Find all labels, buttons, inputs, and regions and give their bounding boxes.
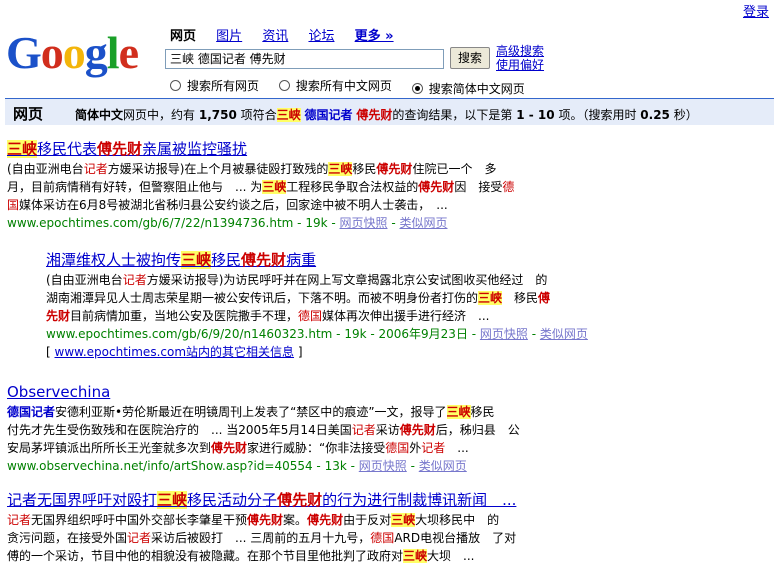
result-title-link[interactable]: 三峡移民代表傅先财亲属被监控骚扰 [7, 140, 767, 158]
similar-link[interactable]: 类似网页 [419, 459, 467, 473]
logo-letter: l [106, 27, 120, 78]
result-url: www.epochtimes.com/gb/6/9/20/n1460323.ht… [46, 327, 588, 341]
login-link[interactable]: 登录 [743, 1, 769, 20]
search-result-indented: 湘潭维权人士被拘传三峡移民傅先财病重 (自由亚洲电台记者方媛采访报导)为访民呼吁… [46, 251, 766, 361]
radio-all-web[interactable]: 搜索所有网页 [170, 77, 259, 94]
tab-more[interactable]: 更多 » [355, 29, 394, 44]
results-status-bar: 网页 简体中文网页中，约有 1,750 项符合三峡 德国记者 傅先财的查询结果，… [5, 98, 774, 125]
search-options: 高级搜索 使用偏好 [496, 44, 544, 72]
logo-letter: o [40, 27, 64, 78]
search-tabs: 网页 图片 资讯 论坛 更多 » [170, 25, 410, 44]
search-result: 三峡移民代表傅先财亲属被监控骚扰 (自由亚洲电台记者方媛采访报导)在上个月被暴徒… [7, 140, 767, 232]
language-radios: 搜索所有网页 搜索所有中文网页 搜索简体中文网页 [170, 77, 541, 97]
radio-icon[interactable] [278, 80, 290, 91]
logo-letter: e [118, 27, 139, 78]
cache-link[interactable]: 网页快照 [359, 459, 407, 473]
search-input[interactable]: 三峡 德国记者 傅先财 [165, 49, 444, 69]
result-snippet: 德国记者安德利亚斯•劳伦斯最近在明镜周刊上发表了“禁区中的痕迹”一文，报导了三峡… [7, 405, 520, 455]
result-snippet: (自由亚洲电台记者方媛采访报导)为访民呼吁并在网上写文章揭露北京公安试图收买他经… [46, 273, 551, 323]
search-result: Observechina 德国记者安德利亚斯•劳伦斯最近在明镜周刊上发表了“禁区… [7, 383, 767, 475]
logo-letter: G [6, 27, 42, 78]
radio-simplified-chinese[interactable]: 搜索简体中文网页 [411, 80, 525, 97]
tab-web[interactable]: 网页 [170, 29, 196, 44]
advanced-search-link[interactable]: 高级搜索 [496, 44, 544, 58]
radio-all-chinese[interactable]: 搜索所有中文网页 [278, 77, 392, 94]
result-snippet: 记者无国界组织呼吁中国外交部长李肇星干预傅先财案。傅先财由于反对三峡大坝移民中 … [7, 513, 517, 563]
more-site-link[interactable]: www.epochtimes.com站内的其它相关信息 [55, 345, 295, 359]
result-url: www.epochtimes.com/gb/6/7/22/n1394736.ht… [7, 216, 448, 230]
tab-groups[interactable]: 论坛 [308, 29, 334, 44]
result-title-link[interactable]: 记者无国界呼吁对殴打三峡移民活动分子傅先财的行为进行制裁博讯新闻 ... [7, 491, 767, 509]
result-snippet: (自由亚洲电台记者方媛采访报导)在上个月被暴徒殴打致残的三峡移民傅先财住院已一个… [7, 162, 515, 212]
preferences-link[interactable]: 使用偏好 [496, 58, 544, 72]
logo-letter: o [62, 27, 86, 78]
similar-link[interactable]: 类似网页 [540, 327, 588, 341]
similar-link[interactable]: 类似网页 [399, 216, 447, 230]
google-logo[interactable]: Google [6, 28, 156, 78]
radio-selected-icon[interactable] [411, 83, 423, 94]
logo-letter: g [84, 27, 108, 78]
section-label: 网页 [13, 105, 44, 123]
result-title-link[interactable]: Observechina [7, 383, 767, 401]
cache-link[interactable]: 网页快照 [340, 216, 388, 230]
result-url: www.observechina.net/info/artShow.asp?id… [7, 459, 467, 473]
more-site-results: [ www.epochtimes.com站内的其它相关信息 ] [46, 345, 303, 359]
tab-images[interactable]: 图片 [216, 29, 242, 44]
result-title-link[interactable]: 湘潭维权人士被拘传三峡移民傅先财病重 [46, 251, 766, 269]
radio-icon[interactable] [170, 80, 181, 91]
cache-link[interactable]: 网页快照 [480, 327, 528, 341]
search-button[interactable]: 搜索 [450, 47, 490, 69]
tab-news[interactable]: 资讯 [262, 29, 288, 44]
search-result: 记者无国界呼吁对殴打三峡移民活动分子傅先财的行为进行制裁博讯新闻 ... 记者无… [7, 491, 767, 565]
results-summary: 简体中文网页中，约有 1,750 项符合三峡 德国记者 傅先财的查询结果，以下是… [75, 108, 698, 122]
